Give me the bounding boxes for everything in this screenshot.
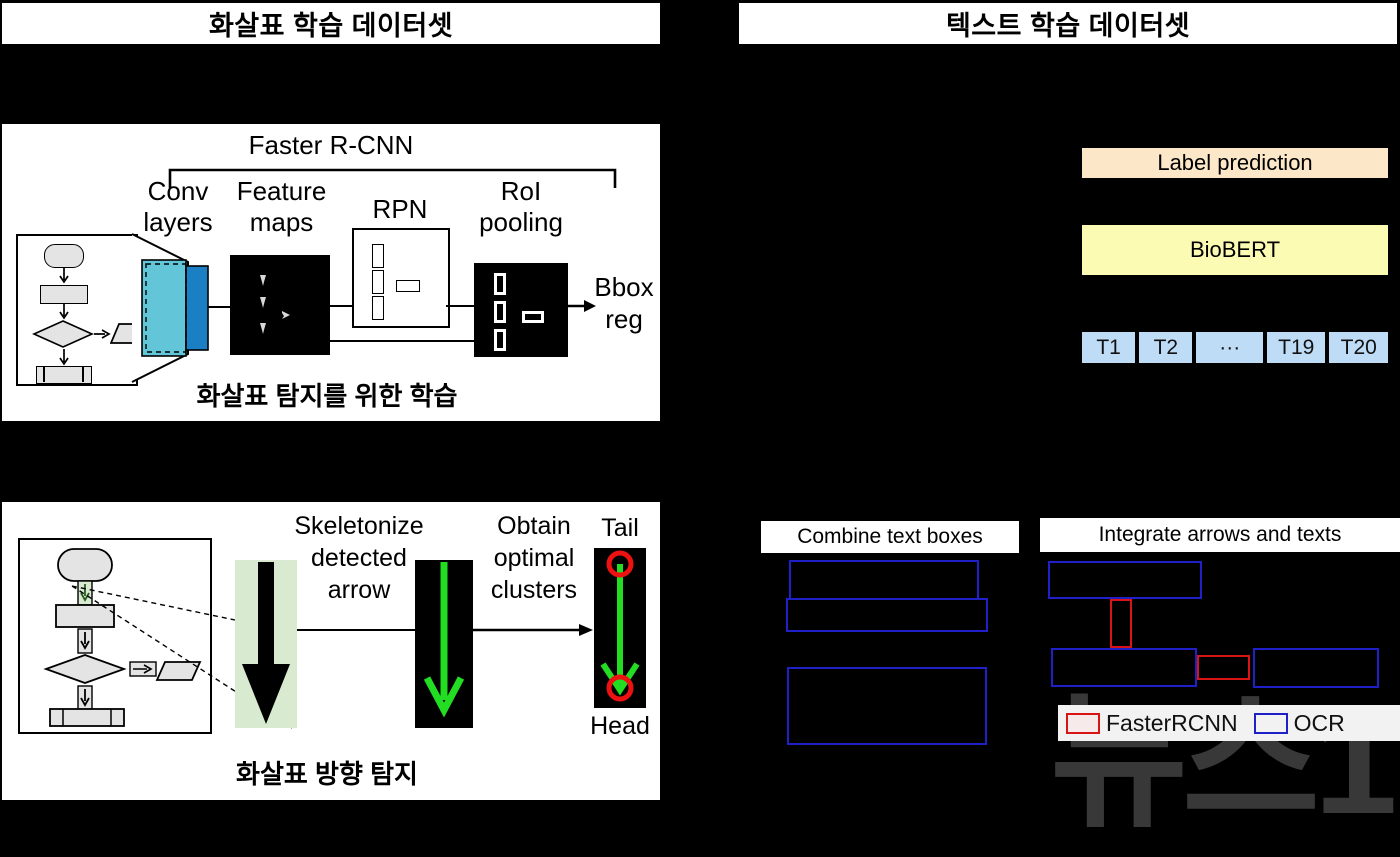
biobert-text: BioBERT (1189, 237, 1281, 262)
token-row: T1 T2 ··· T19 T20 (1082, 332, 1389, 363)
connector-roi-to-bbox-arrow (568, 300, 596, 312)
rpn-label: RPN (372, 194, 428, 224)
bbox-reg-label-line2: reg (605, 304, 643, 334)
ocr-swatch-icon (1253, 712, 1288, 734)
bbox-legend: FasterRCNN OCR (1058, 705, 1400, 741)
faster-rcnn-caption: 화살표 탐지를 위한 학습 (196, 381, 458, 411)
integrate-arrow-box-vertical (1110, 599, 1132, 648)
roi-detection-1-inner (497, 276, 503, 292)
integrate-ocr-box-2 (1051, 648, 1197, 687)
combine-ocr-box-3 (787, 667, 987, 745)
flow-arrow-2 (59, 303, 69, 320)
feature-map-blobs (260, 275, 290, 334)
bbox-reg-label-line1: Bbox (594, 272, 654, 302)
connector-feature-to-rpn (330, 305, 352, 308)
skeletonize-label-line1: Skeletonize (294, 512, 424, 540)
conv-layers-frustum (131, 233, 209, 383)
connector-feature-to-roi-bypass (330, 340, 482, 343)
conv-layers-label-line1: Conv (147, 176, 209, 206)
arrow-endpoints-image (594, 548, 646, 708)
connector-rpn-to-roi (446, 305, 474, 308)
flow-arrow-4 (59, 349, 69, 366)
feature-maps-label-line2: maps (249, 207, 314, 237)
integrate-ocr-box-3 (1253, 648, 1379, 688)
label-prediction-block: Label prediction (1082, 148, 1388, 178)
flow-predefined-bar-left (43, 366, 45, 382)
combine-ocr-box-2 (786, 598, 988, 632)
connector-skeleton-to-result (473, 624, 593, 636)
skeletonized-arrow-image (415, 560, 473, 728)
token-box-19: T19 (1266, 332, 1326, 363)
integrate-arrows-texts-title: Integrate arrows and texts (1040, 518, 1400, 552)
connector-conv-to-feature (208, 306, 230, 309)
input-flowchart-thumbnail (16, 234, 154, 386)
tail-label: Tail (601, 514, 639, 542)
feature-maps-label-line1: Feature (236, 176, 327, 206)
rpn-anchor-4 (396, 280, 420, 292)
rpn-anchor-3 (372, 296, 384, 320)
combine-ocr-box-1 (789, 560, 979, 600)
faster-rcnn-header: Faster R-CNN (248, 130, 414, 160)
label-prediction-text: Label prediction (1157, 150, 1313, 175)
roi-detection-2-inner (497, 304, 503, 320)
token-box-1: T1 (1082, 332, 1136, 363)
right-dataset-title: 텍스트 학습 데이터셋 (945, 11, 1191, 41)
legend-fasterrcnn-label: FasterRCNN (1106, 709, 1238, 736)
rpn-box (352, 228, 450, 328)
tail-head-markers (600, 550, 640, 702)
token-box-ellipsis: ··· (1196, 332, 1263, 363)
head-label: Head (590, 712, 650, 740)
flow-predefined-bar-right (82, 366, 84, 382)
roi-detection-3-inner (497, 332, 503, 348)
roi-pooling-label-line1: RoI (500, 176, 542, 206)
arrow-direction-caption: 화살표 방향 탐지 (236, 759, 418, 789)
integrate-ocr-box-1 (1048, 561, 1202, 599)
flow-terminator (44, 244, 84, 268)
rpn-anchor-1 (372, 244, 384, 268)
right-dataset-title-bar: 텍스트 학습 데이터셋 (739, 3, 1397, 44)
rpn-anchor-2 (372, 270, 384, 294)
combine-text-boxes-title: Combine text boxes (761, 521, 1019, 553)
faster-rcnn-panel: Faster R-CNN Conv layers Feature maps RP… (2, 124, 660, 421)
biobert-block: BioBERT (1082, 225, 1388, 275)
obtain-clusters-label-line3: clusters (490, 576, 578, 604)
fasterrcnn-swatch-icon (1066, 712, 1100, 734)
token-box-2: T2 (1139, 332, 1193, 363)
left-dataset-title-bar: 화살표 학습 데이터셋 (2, 3, 660, 44)
arrow-direction-panel: Skeletonize detected arrow Obtain optima… (2, 502, 660, 800)
roi-detection-4-inner (525, 314, 541, 320)
roi-pooling-label-line2: pooling (479, 207, 563, 237)
flow-process-1 (40, 285, 88, 304)
feature-maps-image (230, 255, 330, 355)
integrate-arrow-box-horizontal (1197, 655, 1250, 680)
left-dataset-title: 화살표 학습 데이터셋 (208, 11, 454, 41)
connector-crop-to-skeleton (297, 629, 415, 632)
roi-pooling-image (474, 263, 568, 357)
obtain-clusters-label-line1: Obtain (497, 512, 571, 540)
green-skeleton-arrow (423, 562, 465, 718)
flow-decision (32, 320, 94, 348)
obtain-clusters-label-line2: optimal (493, 544, 575, 572)
legend-ocr-label: OCR (1293, 709, 1345, 736)
token-box-20: T20 (1329, 332, 1389, 363)
flow-arrow-1 (59, 267, 69, 284)
